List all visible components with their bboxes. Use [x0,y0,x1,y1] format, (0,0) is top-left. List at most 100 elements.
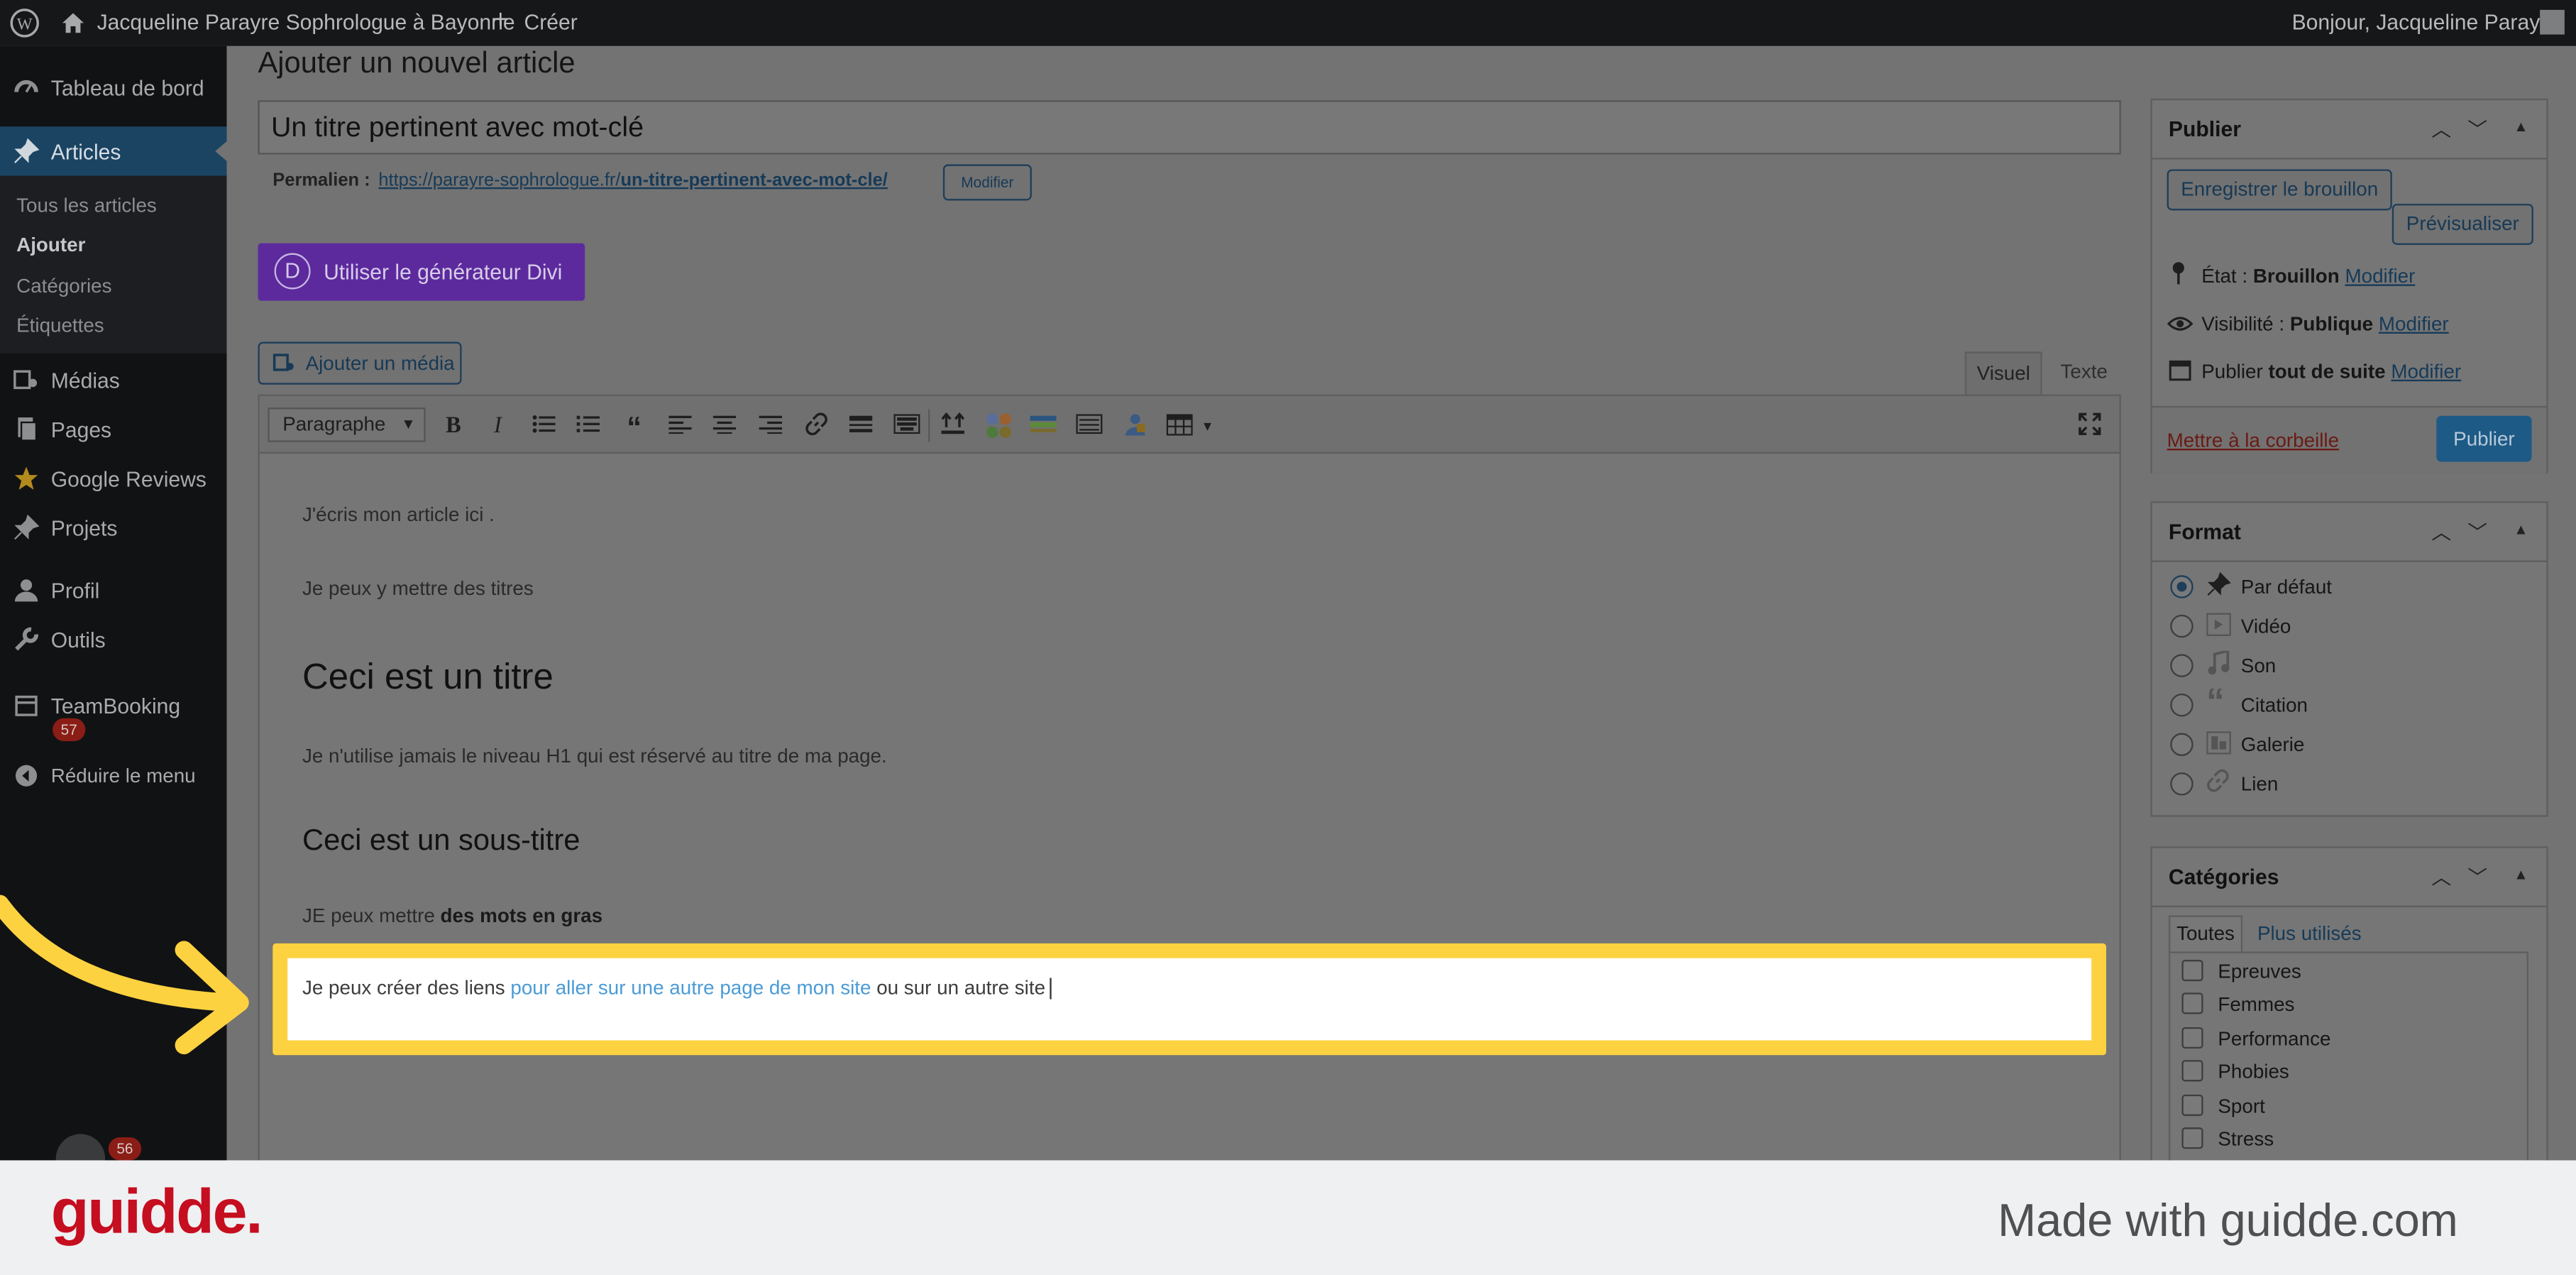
submenu-all-articles[interactable]: Tous les articles [16,194,157,217]
layout-icon[interactable] [1028,412,1058,442]
avatar[interactable] [2540,9,2565,35]
upload-icon[interactable] [938,412,968,442]
visibility-row: Visibilité : Publique Modifier [2201,312,2448,335]
toggle-panel-icon[interactable]: ▲ [2514,119,2528,135]
align-center-icon[interactable] [710,412,739,442]
submenu-tags[interactable]: Étiquettes [16,314,104,336]
paragraph-5-text: Je peux créer des liens [302,976,511,1000]
category-checkbox[interactable] [2181,1060,2203,1082]
wordpress-logo-icon[interactable]: W [10,9,40,38]
chevron-up-icon[interactable]: ︿ [2431,518,2451,545]
category-label: Stress [2218,1127,2274,1151]
format-radio-link[interactable] [2170,772,2194,796]
category-checkbox[interactable] [2181,1094,2203,1116]
status-label: État : [2201,264,2248,288]
tab-visual[interactable]: Visuel [1964,351,2042,395]
trash-link[interactable]: Mettre à la corbeille [2167,429,2339,452]
fullscreen-icon[interactable] [2075,412,2105,442]
format-radio-video[interactable] [2170,614,2194,638]
bullet-list-icon[interactable] [529,412,558,442]
publish-button[interactable]: Publier [2436,415,2532,462]
sidebar-item-dashboard[interactable]: Tableau de bord [0,62,226,111]
toggle-panel-icon[interactable]: ▲ [2514,521,2528,537]
format-radio-quote[interactable] [2170,693,2194,717]
tab-all-categories[interactable]: Toutes [2168,915,2243,952]
post-title-input[interactable]: Un titre pertinent avec mot-clé [258,100,2121,155]
add-media-button[interactable]: Ajouter un média [258,341,462,385]
categories-box-title: Catégories [2168,864,2279,890]
visibility-label: Visibilité : [2201,312,2285,336]
table-icon[interactable]: ▼ [1166,412,1216,442]
chevron-down-icon[interactable]: ﹀ [2467,115,2487,143]
permalink-edit-button[interactable]: Modifier [942,164,1032,201]
plus-icon: + [492,6,509,35]
divider-block-icon[interactable] [1074,412,1104,442]
chevron-up-icon[interactable]: ︿ [2431,115,2451,143]
format-radio-gallery[interactable] [2170,733,2194,756]
user-icon [14,579,38,602]
paragraph-3: Je n'utilise jamais le niveau H1 qui est… [302,744,887,768]
internal-link[interactable]: pour aller sur une autre page de mon sit… [510,976,871,999]
align-right-icon[interactable] [756,412,786,442]
edit-visibility-link[interactable]: Modifier [2379,312,2449,335]
publish-box-header[interactable]: Publier ︿ ﹀ ▲ [2152,100,2547,160]
format-radio-default[interactable] [2170,575,2194,598]
editor-body[interactable]: J'écris mon article ici . Je peux y mett… [260,454,2120,1169]
sidebar-item-media[interactable]: Médias [0,355,226,404]
format-box-header[interactable]: Format ︿ ﹀ ▲ [2152,503,2547,562]
toggle-panel-icon[interactable]: ▲ [2514,866,2528,882]
categories-box-header[interactable]: Catégories ︿ ﹀ ▲ [2152,848,2547,907]
edit-schedule-link[interactable]: Modifier [2391,360,2461,383]
paragraph-5: Je peux créer des liens pour aller sur u… [302,976,1052,1000]
format-option-label: Vidéo [2240,614,2291,638]
format-radio-audio[interactable] [2170,654,2194,677]
site-name-link[interactable]: Jacqueline Parayre Sophrologue à Bayonne [97,10,515,35]
format-select-value: Paragraphe [282,412,386,436]
sidebar-item-google-reviews[interactable]: Google Reviews [0,454,226,503]
collapse-menu-button[interactable]: Réduire le menu [0,751,226,800]
tab-most-used[interactable]: Plus utilisés [2257,922,2362,945]
sidebar-item-pages[interactable]: Pages [0,405,226,454]
category-checkbox[interactable] [2181,992,2203,1014]
keyboard-icon[interactable] [892,412,922,442]
bold-button[interactable]: B [439,412,468,442]
category-checkbox[interactable] [2181,1027,2203,1049]
collapse-arrow-icon [15,765,38,787]
sidebar-item-projects[interactable]: Projets [0,503,226,552]
chevron-down-icon[interactable]: ﹀ [2467,518,2487,545]
modules-icon[interactable] [984,412,1014,442]
new-content-link[interactable]: Créer [524,10,578,35]
quote-icon[interactable]: “ [620,412,649,442]
submenu-add-new[interactable]: Ajouter [16,234,85,256]
italic-button[interactable]: I [483,412,513,442]
sidebar-item-articles[interactable]: Articles [0,126,227,176]
category-checkbox[interactable] [2181,1127,2203,1149]
align-left-icon[interactable] [666,412,695,442]
submenu-categories[interactable]: Catégories [16,275,111,297]
format-select[interactable]: Paragraphe ▼ [268,407,426,442]
add-media-label: Ajouter un média [305,351,455,375]
pin-icon [14,138,40,164]
sidebar-item-teambooking[interactable]: TeamBooking [0,680,226,729]
highlighted-paragraph[interactable]: Je peux créer des liens pour aller sur u… [287,958,2092,1041]
notification-count-badge: 56 [108,1137,142,1161]
category-checkbox[interactable] [2181,960,2203,982]
lock-user-icon[interactable] [1121,412,1150,442]
divi-builder-button[interactable]: D Utiliser le générateur Divi [258,243,585,301]
publish-actions: Mettre à la corbeille Publier [2152,405,2547,474]
sidebar-item-profile[interactable]: Profil [0,565,226,614]
tab-text[interactable]: Texte [2048,351,2120,395]
user-greeting[interactable]: Bonjour, Jacqueline Parayre [2292,10,2559,35]
chevron-up-icon[interactable]: ︿ [2431,863,2451,890]
edit-status-link[interactable]: Modifier [2345,265,2416,288]
sidebar-item-tools[interactable]: Outils [0,615,226,664]
post-title-value: Un titre pertinent avec mot-clé [270,111,644,143]
chevron-down-icon[interactable]: ﹀ [2467,863,2487,890]
permalink-link[interactable]: https://parayre-sophrologue.fr/un-titre-… [378,171,888,191]
preview-button[interactable]: Prévisualiser [2391,204,2533,245]
read-more-icon[interactable] [846,412,876,442]
numbered-list-icon[interactable] [573,412,603,442]
link-icon[interactable] [802,412,832,442]
save-draft-button[interactable]: Enregistrer le brouillon [2167,169,2392,211]
divi-builder-label: Utiliser le générateur Divi [324,259,563,285]
